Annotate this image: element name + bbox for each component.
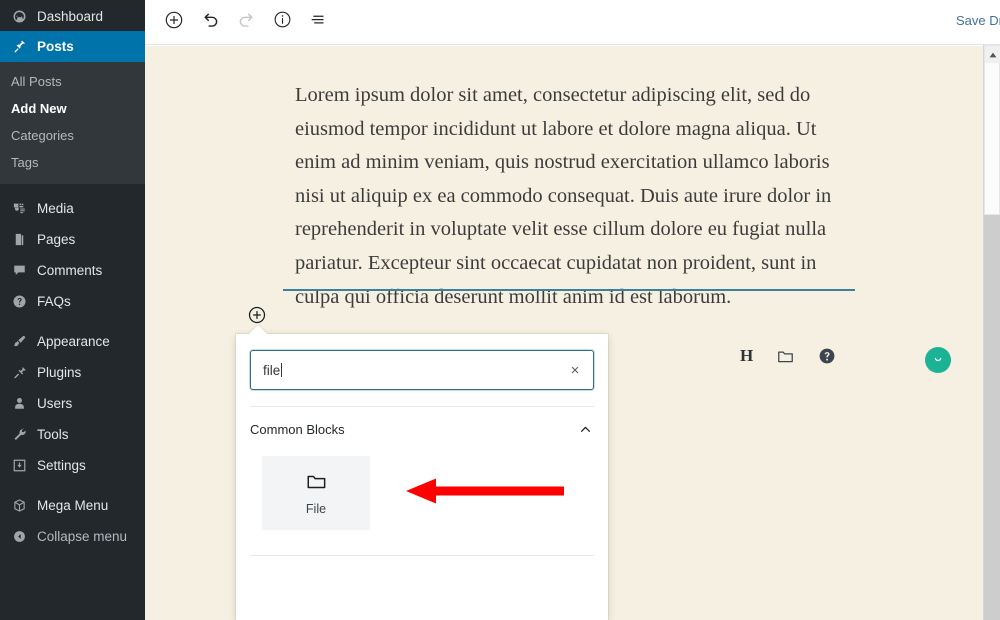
sidebar-separator (0, 184, 145, 193)
sidebar-item-label: Collapse menu (37, 529, 127, 544)
user-icon (9, 394, 30, 414)
wordpress-block-editor-screen: Dashboard Posts All Posts Add New Catego… (0, 0, 1000, 620)
sidebar-item-faqs[interactable]: FAQs (0, 286, 145, 317)
sidebar-item-users[interactable]: Users (0, 388, 145, 419)
sidebar-item-label: FAQs (37, 294, 71, 309)
sidebar-item-posts[interactable]: Posts (0, 31, 145, 62)
sidebar-item-settings[interactable]: Settings (0, 450, 145, 481)
chevron-up-icon[interactable] (577, 421, 594, 438)
save-draft-button[interactable]: Save Draft (956, 13, 1000, 28)
sidebar-item-label: Posts (37, 39, 74, 54)
smiley-icon (930, 350, 946, 371)
search-input-value: file (263, 363, 280, 378)
panel-title: Common Blocks (250, 422, 345, 437)
question-icon (9, 292, 30, 312)
redo-button[interactable] (228, 4, 264, 40)
block-selection-underline (283, 289, 855, 291)
submenu-label: Add New (11, 101, 67, 116)
sidebar-item-label: Users (37, 396, 72, 411)
add-block-button[interactable] (156, 4, 192, 40)
help-block-icon[interactable] (818, 347, 836, 365)
submenu-label: Categories (11, 128, 74, 143)
pin-icon (9, 37, 30, 57)
content-info-button[interactable] (264, 4, 300, 40)
dashboard-icon (9, 6, 30, 26)
sidebar-item-label: Plugins (37, 365, 81, 380)
sidebar-item-add-new[interactable]: Add New (0, 95, 145, 122)
popover-divider (250, 406, 594, 407)
sidebar-item-plugins[interactable]: Plugins (0, 357, 145, 388)
pages-icon (9, 230, 30, 250)
undo-icon (200, 9, 221, 35)
sidebar-item-collapse-menu[interactable]: Collapse menu (0, 521, 145, 552)
block-search-field[interactable]: file × (250, 350, 594, 390)
sidebar-item-label: Media (37, 201, 74, 216)
folder-icon (305, 470, 328, 493)
sidebar-item-appearance[interactable]: Appearance (0, 326, 145, 357)
undo-button[interactable] (192, 4, 228, 40)
annotation-arrow-icon (398, 476, 568, 506)
scroll-up-arrow-icon[interactable] (985, 46, 1000, 63)
sidebar-item-tools[interactable]: Tools (0, 419, 145, 450)
wrench-icon (9, 425, 30, 445)
redo-icon (236, 9, 257, 35)
vertical-scrollbar[interactable] (983, 45, 1000, 620)
cube-icon (9, 496, 30, 516)
brush-icon (9, 332, 30, 352)
sidebar-item-label: Mega Menu (37, 498, 108, 513)
collapse-arrow-icon (9, 527, 30, 547)
sidebar-item-comments[interactable]: Comments (0, 255, 145, 286)
sidebar-item-categories[interactable]: Categories (0, 122, 145, 149)
submenu-label: All Posts (11, 74, 62, 89)
block-type-shortcuts: H (740, 346, 836, 366)
popover-pointer (249, 325, 267, 334)
popover-divider (250, 555, 594, 556)
block-item-file[interactable]: File (262, 456, 370, 530)
info-circle-icon (272, 9, 293, 35)
comments-icon (9, 261, 30, 281)
sidebar-item-pages[interactable]: Pages (0, 224, 145, 255)
sidebar-item-label: Settings (37, 458, 86, 473)
inline-add-block-button[interactable] (247, 305, 267, 325)
sidebar-item-media[interactable]: Media (0, 193, 145, 224)
sidebar-item-label: Comments (37, 263, 102, 278)
sidebar-item-label: Pages (37, 232, 75, 247)
common-blocks-panel-header[interactable]: Common Blocks (250, 414, 594, 444)
search-input[interactable]: file (250, 350, 594, 390)
sidebar-item-mega-menu[interactable]: Mega Menu (0, 490, 145, 521)
heading-block-icon[interactable]: H (740, 346, 753, 366)
editor-toolbar (145, 4, 336, 40)
plus-circle-icon (163, 9, 185, 36)
sidebar-separator (0, 481, 145, 490)
settings-icon (9, 456, 30, 476)
sidebar-item-tags[interactable]: Tags (0, 149, 145, 176)
sidebar-separator (0, 317, 145, 326)
sidebar-item-label: Tools (37, 427, 69, 442)
status-badge[interactable] (925, 347, 951, 373)
plug-icon (9, 363, 30, 383)
file-block-icon[interactable] (776, 347, 795, 366)
paragraph-block[interactable]: Lorem ipsum dolor sit amet, consectetur … (295, 79, 840, 314)
sidebar-item-label: Dashboard (37, 9, 103, 24)
list-view-icon (308, 10, 328, 35)
editor-header: Save Draft (145, 0, 1000, 45)
sidebar-item-dashboard[interactable]: Dashboard (0, 0, 145, 31)
clear-search-button[interactable]: × (566, 361, 584, 379)
sidebar-item-label: Appearance (37, 334, 110, 349)
text-caret (281, 363, 282, 377)
submenu-label: Tags (11, 155, 38, 170)
scrollbar-thumb[interactable] (984, 45, 1000, 215)
admin-sidebar: Dashboard Posts All Posts Add New Catego… (0, 0, 145, 620)
block-item-label: File (306, 502, 326, 516)
sidebar-item-all-posts[interactable]: All Posts (0, 68, 145, 95)
block-navigation-button[interactable] (300, 4, 336, 40)
posts-submenu: All Posts Add New Categories Tags (0, 62, 145, 184)
media-icon (9, 199, 30, 219)
